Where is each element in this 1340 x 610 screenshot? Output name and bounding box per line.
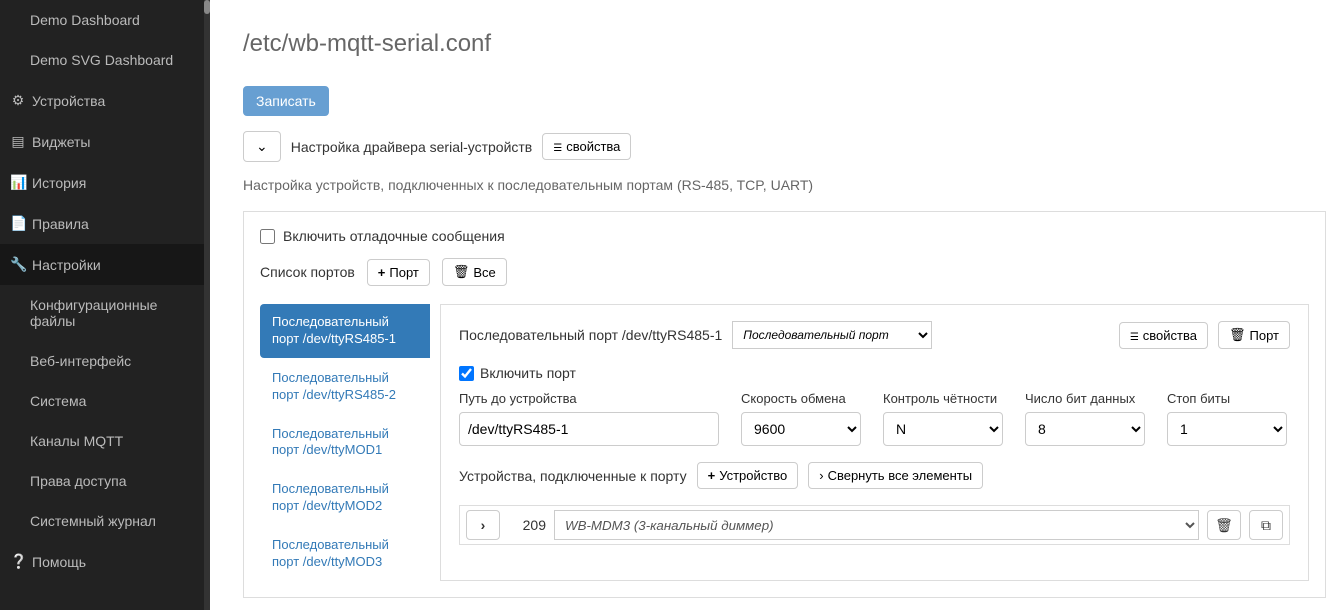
- driver-properties-button[interactable]: свойства: [542, 133, 631, 160]
- delete-port-button[interactable]: 🗑 Порт: [1218, 321, 1290, 349]
- port-tab-mod1[interactable]: Последовательный порт /dev/ttyMOD1: [260, 416, 430, 470]
- parity-field: Контроль чётности N: [883, 391, 1003, 446]
- sidebar-item-devices[interactable]: ⚙Устройства: [0, 80, 210, 121]
- sidebar-item-web-interface[interactable]: Веб-интерфейс: [0, 341, 210, 381]
- port-tab-rs485-1[interactable]: Последовательный порт /dev/ttyRS485-1: [260, 304, 430, 358]
- trash-icon: 🗑: [1229, 327, 1246, 343]
- plus-icon: +: [378, 265, 386, 280]
- main-content: /etc/wb-mqtt-serial.conf Записать ⌄ Наст…: [225, 0, 1340, 610]
- save-button[interactable]: Записать: [243, 86, 329, 116]
- port-detail-panel: Последовательный порт /dev/ttyRS485-1 По…: [440, 304, 1309, 581]
- port-type-select[interactable]: Последовательный порт: [732, 321, 932, 349]
- path-input[interactable]: [459, 412, 719, 446]
- copy-icon: ⧉: [1261, 517, 1271, 534]
- baud-label: Скорость обмена: [741, 391, 861, 406]
- device-expand-button[interactable]: ›: [466, 510, 500, 540]
- add-port-button[interactable]: + Порт: [367, 259, 430, 286]
- port-tab-mod2[interactable]: Последовательный порт /dev/ttyMOD2: [260, 471, 430, 525]
- gear-icon: ⚙: [10, 92, 26, 109]
- sidebar-item-system[interactable]: Система: [0, 381, 210, 421]
- sidebar-scroll-thumb[interactable]: [204, 0, 210, 14]
- bits-field: Число бит данных 8: [1025, 391, 1145, 446]
- port-tab-rs485-2[interactable]: Последовательный порт /dev/ttyRS485-2: [260, 360, 430, 414]
- ports-list-label: Список портов: [260, 264, 355, 280]
- device-row: › 209 WB-MDM3 (3-канальный диммер) 🗑 ⧉: [459, 505, 1290, 545]
- bits-label: Число бит данных: [1025, 391, 1145, 406]
- device-delete-button[interactable]: 🗑: [1207, 510, 1241, 540]
- debug-label: Включить отладочные сообщения: [283, 228, 505, 244]
- chevron-right-icon: ›: [819, 468, 823, 483]
- enable-port-label: Включить порт: [480, 365, 576, 381]
- parity-select[interactable]: N: [883, 412, 1003, 446]
- list-icon: [1130, 328, 1139, 343]
- port-properties-button[interactable]: свойства: [1119, 322, 1208, 349]
- debug-checkbox[interactable]: [260, 229, 275, 244]
- driver-label: Настройка драйвера serial-устройств: [291, 139, 533, 155]
- rules-icon: 📄: [10, 215, 26, 232]
- device-address: 209: [508, 517, 546, 533]
- sidebar: Demo Dashboard Demo SVG Dashboard ⚙Устро…: [0, 0, 210, 610]
- sidebar-item-history[interactable]: 📊История: [0, 162, 210, 203]
- collapse-all-button[interactable]: › Свернуть все элементы: [808, 462, 983, 489]
- sidebar-item-settings[interactable]: 🔧Настройки: [0, 244, 210, 285]
- baud-select[interactable]: 9600: [741, 412, 861, 446]
- sidebar-item-config-files[interactable]: Конфигурационные файлы: [0, 285, 210, 341]
- add-device-button[interactable]: + Устройство: [697, 462, 799, 489]
- stop-label: Стоп биты: [1167, 391, 1287, 406]
- chevron-down-icon: ⌄: [256, 138, 268, 155]
- stop-field: Стоп биты 1: [1167, 391, 1287, 446]
- bits-select[interactable]: 8: [1025, 412, 1145, 446]
- widgets-icon: ▤: [10, 133, 26, 150]
- config-panel: Включить отладочные сообщения Список пор…: [243, 211, 1326, 598]
- page-title: /etc/wb-mqtt-serial.conf: [243, 30, 1326, 58]
- expand-driver-button[interactable]: ⌄: [243, 131, 281, 162]
- sidebar-item-access-rights[interactable]: Права доступа: [0, 461, 210, 501]
- stop-select[interactable]: 1: [1167, 412, 1287, 446]
- history-icon: 📊: [10, 174, 26, 191]
- delete-all-ports-button[interactable]: 🗑 Все: [442, 258, 507, 286]
- list-icon: [553, 139, 562, 154]
- sidebar-item-rules[interactable]: 📄Правила: [0, 203, 210, 244]
- trash-icon: 🗑: [453, 264, 470, 280]
- device-copy-button[interactable]: ⧉: [1249, 510, 1283, 540]
- help-icon: ❔: [10, 553, 26, 570]
- enable-port-checkbox[interactable]: [459, 366, 474, 381]
- trash-icon: 🗑: [1215, 517, 1233, 534]
- device-type-select[interactable]: WB-MDM3 (3-канальный диммер): [554, 510, 1199, 540]
- sidebar-item-mqtt-channels[interactable]: Каналы MQTT: [0, 421, 210, 461]
- chevron-right-icon: ›: [481, 517, 486, 533]
- port-tabs: Последовательный порт /dev/ttyRS485-1 По…: [260, 304, 430, 581]
- sidebar-item-demo-svg-dashboard[interactable]: Demo SVG Dashboard: [0, 40, 210, 80]
- baud-field: Скорость обмена 9600: [741, 391, 861, 446]
- sidebar-item-help[interactable]: ❔Помощь: [0, 541, 210, 582]
- sidebar-item-demo-dashboard[interactable]: Demo Dashboard: [0, 0, 210, 40]
- path-label: Путь до устройства: [459, 391, 719, 406]
- port-name-label: Последовательный порт /dev/ttyRS485-1: [459, 327, 722, 343]
- port-tab-mod3[interactable]: Последовательный порт /dev/ttyMOD3: [260, 527, 430, 581]
- wrench-icon: 🔧: [10, 256, 26, 273]
- plus-icon: +: [708, 468, 716, 483]
- sidebar-item-widgets[interactable]: ▤Виджеты: [0, 121, 210, 162]
- path-field: Путь до устройства: [459, 391, 719, 446]
- description-text: Настройка устройств, подключенных к посл…: [243, 177, 1326, 193]
- sidebar-item-system-log[interactable]: Системный журнал: [0, 501, 210, 541]
- sidebar-scrollbar[interactable]: [204, 0, 210, 610]
- parity-label: Контроль чётности: [883, 391, 1003, 406]
- devices-label: Устройства, подключенные к порту: [459, 468, 687, 484]
